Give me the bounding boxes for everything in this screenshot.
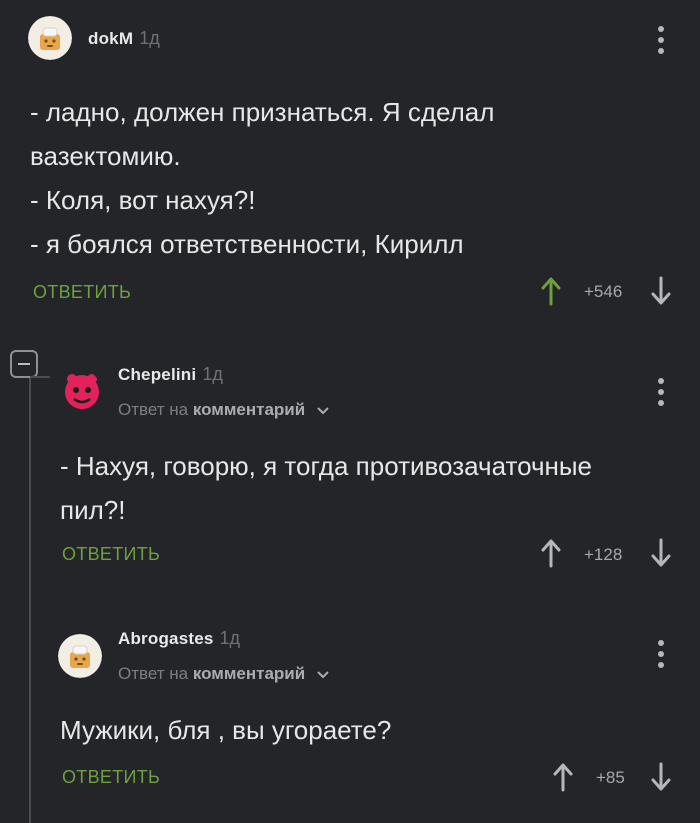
comment-author[interactable]: Chepelini (118, 365, 196, 384)
user-avatar-icon (58, 370, 102, 414)
comment-age: 1д (139, 28, 160, 48)
comment-age: 1д (202, 364, 223, 384)
comment-text: - Нахуя, говорю, я тогда противозачаточн… (60, 444, 592, 532)
comment-avatar[interactable] (58, 634, 102, 678)
reply-to-link[interactable]: Ответ на комментарий (118, 664, 330, 684)
comment-header: dokM 1д (88, 28, 160, 49)
comment-author[interactable]: dokM (88, 29, 133, 48)
comment-text-line: вазектомию. (30, 141, 181, 171)
comment-text: Мужики, бля , вы угораете? (60, 708, 391, 752)
comment-rating: +85 (596, 768, 625, 787)
comment-text-line: - Нахуя, говорю, я тогда противозачаточн… (60, 451, 593, 481)
chevron-down-icon (317, 670, 329, 678)
reply-button[interactable]: ОТВЕТИТЬ (33, 282, 131, 303)
thread-line (29, 378, 31, 823)
upvote-arrow-icon[interactable] (552, 762, 574, 792)
comment-header: Chepelini 1д (118, 364, 223, 385)
reply-to-target: комментарий (192, 400, 306, 419)
more-options-icon[interactable] (656, 640, 666, 668)
comment-avatar[interactable] (28, 16, 72, 60)
reply-button[interactable]: ОТВЕТИТЬ (62, 767, 160, 788)
more-options-icon[interactable] (656, 378, 666, 406)
upvote-arrow-icon[interactable] (540, 276, 562, 306)
downvote-arrow-icon[interactable] (650, 538, 672, 568)
reply-button[interactable]: ОТВЕТИТЬ (62, 544, 160, 565)
comment-author[interactable]: Abrogastes (118, 629, 214, 648)
comment-rating: +128 (584, 545, 623, 564)
thread-connector (30, 376, 50, 378)
chevron-down-icon (317, 406, 329, 414)
comment-header: Abrogastes 1д (118, 628, 240, 649)
collapse-thread-button[interactable] (10, 350, 38, 378)
comment-text-line: - ладно, должен признаться. Я сделал (30, 97, 495, 127)
comment-text-line: - я боялся ответственности, Кирилл (30, 229, 464, 259)
comment-avatar[interactable] (58, 370, 102, 414)
reply-to-prefix: Ответ на (118, 400, 189, 419)
comment-text: - ладно, должен признаться. Я сделал ваз… (30, 90, 494, 266)
reply-to-target: комментарий (192, 664, 306, 683)
comment-age: 1д (219, 628, 241, 648)
comment-text-line: - Коля, вот нахуя?! (30, 185, 256, 215)
comment-rating: +546 (584, 282, 623, 301)
default-avatar-icon (58, 634, 102, 678)
upvote-arrow-icon[interactable] (540, 538, 562, 568)
default-avatar-icon (28, 16, 72, 60)
comment-text-line: Мужики, бля , вы угораете? (60, 715, 392, 745)
reply-to-prefix: Ответ на (118, 664, 189, 683)
reply-to-link[interactable]: Ответ на комментарий (118, 400, 330, 420)
more-options-icon[interactable] (656, 26, 666, 54)
downvote-arrow-icon[interactable] (650, 276, 672, 306)
comment-text-line: пил?! (60, 495, 126, 525)
downvote-arrow-icon[interactable] (650, 762, 672, 792)
